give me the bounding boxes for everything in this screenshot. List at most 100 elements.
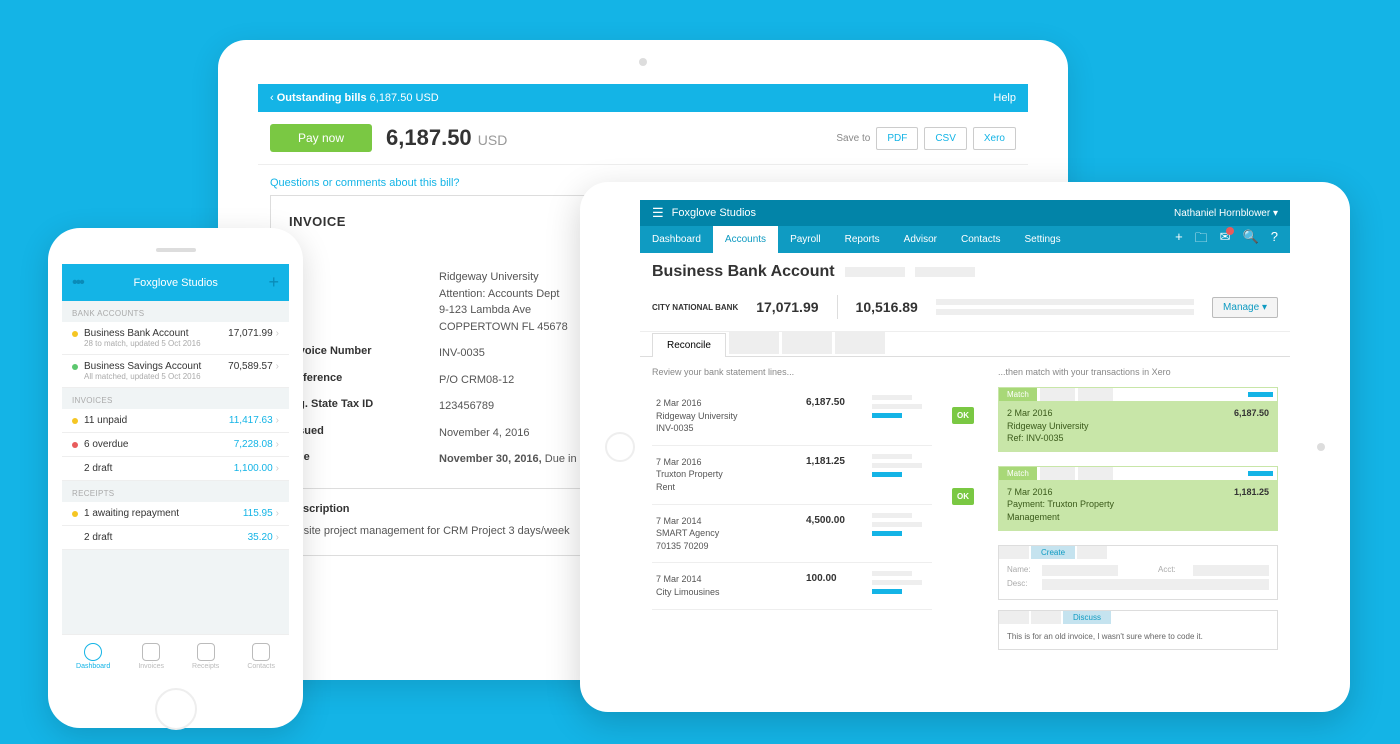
balances-bar: CITY NATIONAL BANK 17,071.99 10,516.89 M… <box>640 291 1290 332</box>
org-name[interactable]: Foxglove Studios <box>672 207 756 219</box>
tab-dashboard[interactable]: Dashboard <box>76 643 110 670</box>
search-icon[interactable]: 🔍 <box>1243 229 1259 251</box>
item-sub: All matched, updated 5 Oct 2016 <box>84 372 201 381</box>
notifications-icon[interactable]: ✉ <box>1220 229 1231 251</box>
save-csv-button[interactable]: CSV <box>924 127 967 150</box>
list-item[interactable]: 2 draft 1,100.00 › <box>62 457 289 481</box>
breadcrumb-link[interactable]: ‹ Outstanding bills 6,187.50 USD <box>270 92 439 104</box>
phone-topbar: ••• Foxglove Studios + <box>62 264 289 301</box>
chevron-right-icon: › <box>276 328 279 339</box>
to-value: Ridgeway University Attention: Accounts … <box>439 269 568 335</box>
help-icon[interactable]: ? <box>1271 229 1278 251</box>
reconcile-area: Review your bank statement lines... 2 Ma… <box>640 357 1290 660</box>
save-pdf-button[interactable]: PDF <box>876 127 918 150</box>
chevron-right-icon: › <box>276 415 279 426</box>
item-value: 70,589.57 <box>228 361 273 372</box>
statement-line[interactable]: 2 Mar 2016 Ridgeway University INV-0035 … <box>652 387 932 446</box>
statement-amount: 6,187.50 <box>806 397 845 408</box>
discuss-box[interactable]: Discuss This is for an old invoice, I wa… <box>998 610 1278 650</box>
discuss-text: This is for an old invoice, I wasn't sur… <box>999 624 1277 649</box>
list-item[interactable]: Business Bank Account 28 to match, updat… <box>62 322 289 355</box>
help-link[interactable]: Help <box>993 92 1016 104</box>
pay-now-button[interactable]: Pay now <box>270 124 372 152</box>
dashboard-icon <box>84 643 102 661</box>
item-name: 2 draft <box>84 463 112 474</box>
statement-balance: 17,071.99 <box>756 299 818 315</box>
list-item[interactable]: 1 awaiting repayment 115.95 › <box>62 502 289 526</box>
status-dot-icon <box>72 511 78 517</box>
page-title: Business Bank Account <box>652 263 835 281</box>
tab-invoices[interactable]: Invoices <box>138 643 164 670</box>
tax-label: e.g. State Tax ID <box>289 398 439 415</box>
tablet-reconcile-device: ☰ Foxglove Studios Nathaniel Hornblower … <box>580 182 1350 712</box>
save-xero-button[interactable]: Xero <box>973 127 1016 150</box>
tab-contacts[interactable]: Contacts <box>247 643 275 670</box>
tab-placeholder[interactable] <box>835 332 885 354</box>
match-suggestion[interactable]: Match 2 Mar 2016 Ridgeway University Ref… <box>998 387 1278 452</box>
tab-placeholder[interactable] <box>729 332 779 354</box>
tab-reconcile[interactable]: Reconcile <box>652 333 726 357</box>
statement-line[interactable]: 7 Mar 2016 Truxton Property Rent 1,181.2… <box>652 446 932 505</box>
ok-button[interactable]: OK <box>952 407 974 424</box>
more-icon[interactable]: ••• <box>72 274 83 292</box>
files-icon[interactable]: 🗀 <box>1195 229 1208 251</box>
manage-button[interactable]: Manage ▾ <box>1212 297 1278 318</box>
statement-line[interactable]: 7 Mar 2014 SMART Agency 70135 70209 4,50… <box>652 505 932 564</box>
nav-contacts[interactable]: Contacts <box>949 226 1012 253</box>
receipts-icon <box>197 643 215 661</box>
statement-amount: 100.00 <box>806 573 837 584</box>
page-header: Business Bank Account <box>640 253 1290 291</box>
user-menu[interactable]: Nathaniel Hornblower ▾ <box>1174 208 1278 219</box>
statement-line[interactable]: 7 Mar 2014 City Limousines 100.00 <box>652 563 932 609</box>
reconcile-screen: ☰ Foxglove Studios Nathaniel Hornblower … <box>640 200 1290 690</box>
item-value: 1,100.00 <box>234 463 273 474</box>
plus-icon[interactable]: + <box>1175 229 1183 251</box>
contacts-icon <box>252 643 270 661</box>
list-item[interactable]: 6 overdue 7,228.08 › <box>62 433 289 457</box>
issued-label: Issued <box>289 425 439 442</box>
xero-hint: ...then match with your transactions in … <box>998 367 1278 377</box>
invoices-icon <box>142 643 160 661</box>
item-value: 35.20 <box>248 532 273 543</box>
ok-column: OK OK <box>952 367 978 650</box>
chevron-right-icon: › <box>276 508 279 519</box>
statement-column: Review your bank statement lines... 2 Ma… <box>652 367 932 650</box>
xero-column: ...then match with your transactions in … <box>998 367 1278 650</box>
save-to-group: Save to PDF CSV Xero <box>836 127 1016 150</box>
tab-placeholder[interactable] <box>782 332 832 354</box>
status-dot-icon <box>72 418 78 424</box>
ok-button[interactable]: OK <box>952 488 974 505</box>
list-item[interactable]: 2 draft 35.20 › <box>62 526 289 550</box>
statement-amount: 1,181.25 <box>806 456 845 467</box>
menu-icon[interactable]: ☰ <box>652 205 664 221</box>
nav-dashboard[interactable]: Dashboard <box>640 226 713 253</box>
to-label: To <box>289 269 439 335</box>
match-suggestion[interactable]: Match 7 Mar 2016 Payment: Truxton Proper… <box>998 466 1278 531</box>
status-dot-icon <box>72 364 78 370</box>
nav-advisor[interactable]: Advisor <box>892 226 949 253</box>
match-label: Match <box>999 467 1037 480</box>
item-name: 2 draft <box>84 532 112 543</box>
chevron-right-icon: › <box>276 439 279 450</box>
camera-dot <box>1317 443 1325 451</box>
bank-logo: CITY NATIONAL BANK <box>652 303 738 312</box>
nav-settings[interactable]: Settings <box>1012 226 1072 253</box>
nav-reports[interactable]: Reports <box>833 226 892 253</box>
item-name: 6 overdue <box>84 439 128 450</box>
section-bank-label: BANK ACCOUNTS <box>62 301 289 322</box>
invnum-label: Invoice Number <box>289 345 439 362</box>
add-icon[interactable]: + <box>268 272 279 293</box>
nav-accounts[interactable]: Accounts <box>713 226 778 253</box>
nav-payroll[interactable]: Payroll <box>778 226 833 253</box>
status-dot-icon <box>72 442 78 448</box>
list-item[interactable]: 11 unpaid 11,417.63 › <box>62 409 289 433</box>
tab-receipts[interactable]: Receipts <box>192 643 219 670</box>
phone-device: ••• Foxglove Studios + BANK ACCOUNTS Bus… <box>48 228 303 728</box>
list-item[interactable]: Business Savings Account All matched, up… <box>62 355 289 388</box>
phone-screen: ••• Foxglove Studios + BANK ACCOUNTS Bus… <box>62 264 289 634</box>
create-box[interactable]: Create Name:Acct: Desc: <box>998 545 1278 600</box>
due-label: Due <box>289 451 439 468</box>
discuss-tab: Discuss <box>1063 611 1111 624</box>
speaker-icon <box>156 248 196 252</box>
invoice-total: 6,187.50 USD <box>386 125 507 151</box>
